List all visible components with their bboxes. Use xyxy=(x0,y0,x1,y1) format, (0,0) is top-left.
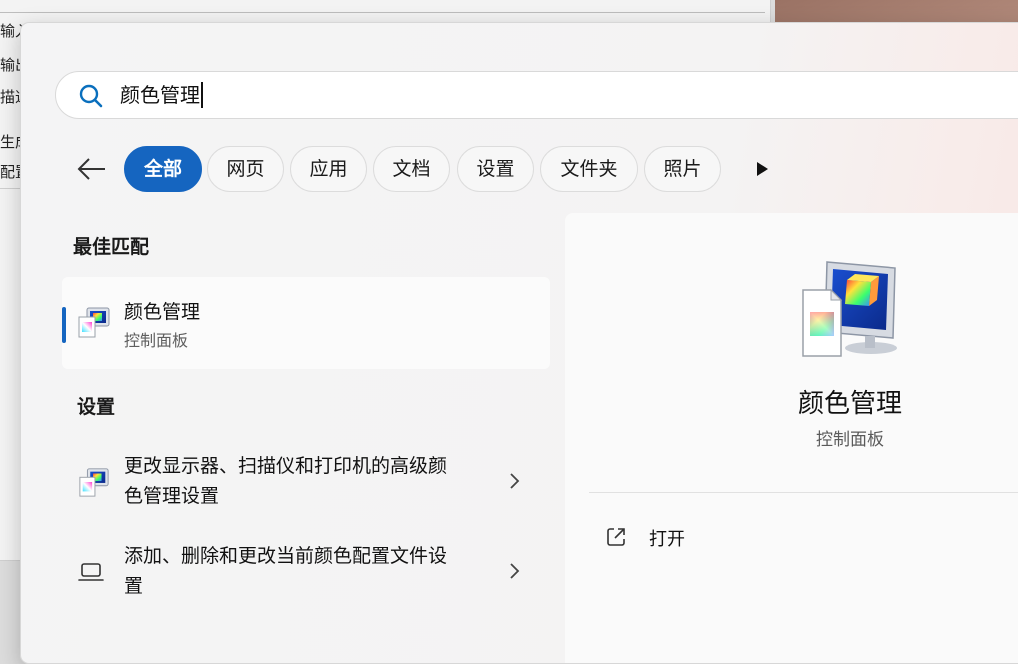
chevron-right-icon xyxy=(510,563,520,579)
more-filters-icon[interactable] xyxy=(755,161,769,177)
best-match-heading: 最佳匹配 xyxy=(73,236,150,258)
color-management-icon xyxy=(79,468,109,497)
preview-title: 颜色管理 xyxy=(797,389,902,419)
settings-result-label: 更改显示器、扫描仪和打印机的高级颜色管理设置 xyxy=(124,455,448,507)
open-button[interactable]: 打开 xyxy=(605,523,805,553)
open-external-icon xyxy=(607,528,625,546)
laptop-icon xyxy=(78,563,104,581)
filter-chip-photos[interactable]: 照片 xyxy=(644,146,721,192)
settings-result[interactable]: 更改显示器、扫描仪和打印机的高级颜色管理设置 xyxy=(62,451,550,513)
preview-subtitle: 控制面板 xyxy=(816,430,884,450)
settings-result-label: 添加、删除和更改当前颜色配置文件设置 xyxy=(124,545,448,597)
best-match-title: 颜色管理 xyxy=(124,301,201,323)
filter-chip-folders[interactable]: 文件夹 xyxy=(540,146,638,192)
filter-chip-apps[interactable]: 应用 xyxy=(290,146,367,192)
search-icon xyxy=(79,84,103,108)
settings-heading: 设置 xyxy=(77,396,116,418)
search-flyout: 颜色管理 全部 网页 应用 文档 设置 文件夹 照片 最佳匹配 颜色管理 控制面… xyxy=(20,22,1018,664)
preview-divider xyxy=(589,492,1018,493)
chevron-right-icon xyxy=(510,473,520,489)
best-match-result[interactable]: 颜色管理 控制面板 xyxy=(62,277,550,369)
color-management-icon xyxy=(802,261,897,357)
filter-chip-settings[interactable]: 设置 xyxy=(457,146,534,192)
filter-chip-documents[interactable]: 文档 xyxy=(373,146,450,192)
preview-pane: 颜色管理 控制面板 打开 xyxy=(565,213,1018,663)
filter-chip-all[interactable]: 全部 xyxy=(124,146,202,192)
back-arrow-icon[interactable] xyxy=(75,154,109,184)
search-query[interactable]: 颜色管理 xyxy=(120,82,203,108)
selection-indicator xyxy=(62,307,66,343)
color-management-icon xyxy=(78,307,110,338)
settings-result[interactable]: 添加、删除和更改当前颜色配置文件设置 xyxy=(62,541,550,603)
background-divider xyxy=(0,12,765,13)
best-match-subtitle: 控制面板 xyxy=(124,331,189,350)
search-input[interactable]: 颜色管理 xyxy=(55,71,1018,119)
filter-chip-web[interactable]: 网页 xyxy=(207,146,284,192)
open-button-label: 打开 xyxy=(649,529,685,550)
